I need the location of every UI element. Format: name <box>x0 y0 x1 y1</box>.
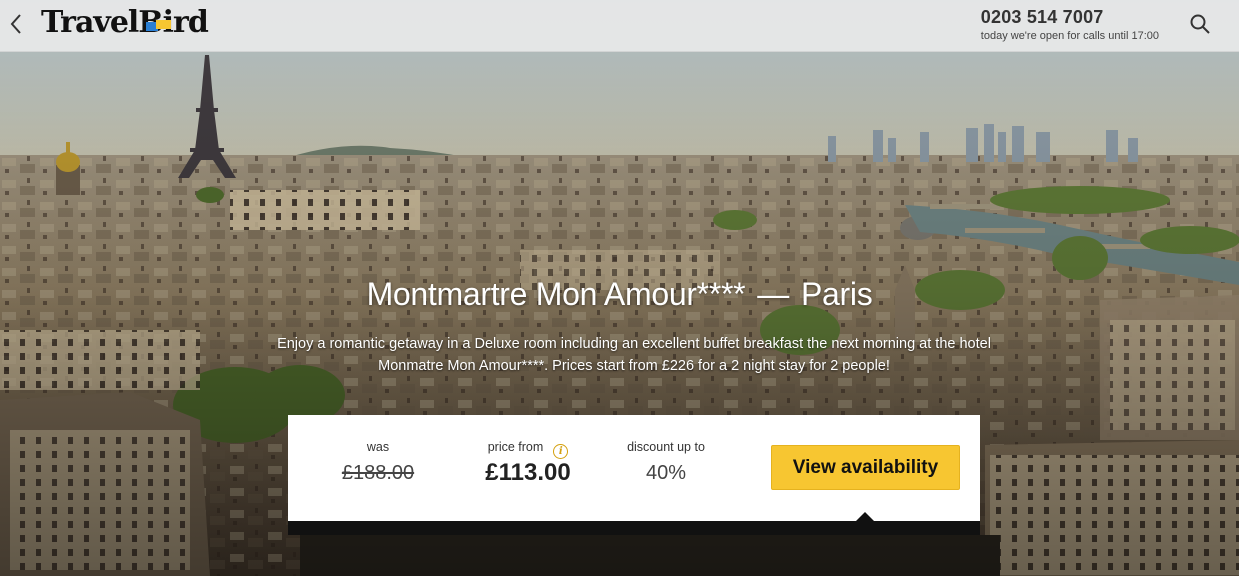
hero-description: Enjoy a romantic getaway in a Deluxe roo… <box>277 336 991 374</box>
info-icon[interactable]: i <box>553 444 569 459</box>
logo-bird-icon <box>146 20 171 31</box>
price-box-bottom-bar <box>288 521 980 535</box>
hero-title: Montmartre Mon Amour**** — Paris <box>0 276 1239 313</box>
search-button[interactable] <box>1189 13 1213 37</box>
site-header: TravelBird 0203 514 7007 today we're ope… <box>0 0 1239 52</box>
discount-label: discount up to <box>627 440 705 454</box>
discount-column: discount up to 40% <box>618 439 714 485</box>
was-label: was <box>366 440 390 454</box>
was-price: £188.00 <box>341 462 415 484</box>
logo-text: TravelBird <box>41 5 209 40</box>
was-price-column: was £188.00 <box>328 439 428 485</box>
view-availability-button[interactable]: View availability <box>771 445 960 490</box>
phone-hours: today we're open for calls until 17:00 <box>980 30 1159 42</box>
page: TravelBird 0203 514 7007 today we're ope… <box>0 0 1239 576</box>
title-separator: — <box>757 276 789 312</box>
phone-contact: 0203 514 7007 today we're open for calls… <box>981 7 1159 42</box>
price-from-label: price from <box>487 440 544 454</box>
current-price-column: price from i £113.00 <box>468 439 588 487</box>
back-button[interactable] <box>4 10 28 38</box>
phone-number[interactable]: 0203 514 7007 <box>981 7 1159 28</box>
current-price: £113.00 <box>485 459 571 486</box>
price-from-label-row: price from i <box>468 439 588 459</box>
discount-value: 40% <box>645 462 687 484</box>
logo[interactable]: TravelBird <box>41 6 241 40</box>
city-name: Paris <box>801 276 873 312</box>
hotel-name: Montmartre Mon Amour**** <box>366 276 746 312</box>
price-box: was £188.00 price from i £113.00 discount… <box>288 415 980 521</box>
chevron-left-icon <box>10 14 21 34</box>
price-box-pointer <box>856 512 874 521</box>
search-icon <box>1190 14 1210 34</box>
